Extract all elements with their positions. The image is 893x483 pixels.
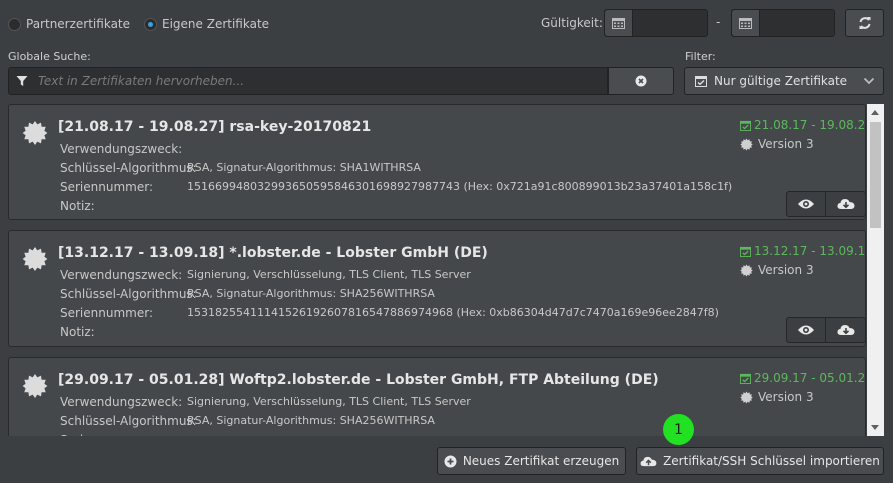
certificate-card[interactable]: [29.09.17 - 05.01.28] Woftp2.lobster.de … (8, 357, 866, 436)
serial-label: Seriennummer: (60, 180, 153, 194)
version-text: Version 3 (758, 263, 814, 277)
certificate-seal-icon (22, 247, 48, 271)
view-certificate-button[interactable] (786, 191, 826, 217)
radio-partner-certificates[interactable]: Partnerzertifikate (8, 17, 130, 31)
validity-range-text: 29.09.17 - 05.01.28 (754, 371, 866, 385)
step-badge: 1 (663, 414, 694, 445)
algorithm-value: RSA, Signatur-Algorithmus: SHA256WITHRSA (187, 287, 435, 300)
validity-label: Gültigkeit: (541, 16, 603, 30)
radio-partner-label: Partnerzertifikate (26, 17, 131, 31)
scrollbar-thumb[interactable] (870, 122, 881, 228)
plus-circle-icon (444, 455, 457, 467)
validity-range: 29.09.17 - 05.01.28 (740, 371, 866, 385)
refresh-button[interactable] (845, 9, 884, 37)
algorithm-value: RSA, Signatur-Algorithmus: SHA256WITHRSA (187, 414, 435, 427)
validity-separator: - (716, 15, 721, 29)
certificate-title: [21.08.17 - 19.08.27] rsa-key-20170821 (58, 119, 372, 135)
scroll-up-arrow-icon[interactable] (871, 110, 879, 115)
validity-range-text: 21.08.17 - 19.08.27 (754, 118, 866, 132)
calendar-check-icon (695, 76, 707, 87)
serial-value: 151669948032993650595846301698927987743 … (187, 180, 733, 193)
validity-from-field[interactable] (604, 9, 708, 37)
certificate-seal-icon (740, 391, 753, 403)
calendar-check-icon (740, 246, 751, 257)
calendar-check-icon (740, 373, 751, 384)
certificate-card[interactable]: [21.08.17 - 19.08.27] rsa-key-20170821 V… (8, 104, 866, 220)
certificate-title: [29.09.17 - 05.01.28] Woftp2.lobster.de … (58, 372, 659, 388)
download-certificate-button[interactable] (826, 317, 866, 343)
calendar-icon[interactable] (605, 10, 633, 36)
filter-select[interactable]: Nur gültige Zertifikate (684, 67, 884, 95)
certificate-seal-icon (740, 264, 753, 276)
version-info: Version 3 (740, 390, 814, 404)
radio-partner-dot[interactable] (8, 17, 21, 31)
eye-icon (798, 199, 814, 209)
note-label: Notiz: (60, 199, 95, 213)
import-certificate-label: Zertifikat/SSH Schlüssel importieren (663, 454, 880, 468)
chevron-down-icon (863, 77, 875, 85)
radio-own-dot[interactable] (144, 17, 158, 31)
algorithm-label: Schlüssel-Algorithmus: (60, 414, 197, 428)
refresh-icon (859, 17, 870, 29)
card-actions (786, 317, 866, 343)
cloud-download-icon (836, 325, 854, 335)
radio-own-label: Eigene Zertifikate (162, 17, 270, 31)
cloud-download-icon (836, 199, 854, 209)
algorithm-value: RSA, Signatur-Algorithmus: SHA1WITHRSA (187, 161, 421, 174)
note-label: Notiz: (60, 325, 95, 339)
purpose-label: Verwendungszweck: (60, 395, 183, 409)
algorithm-label: Schlüssel-Algorithmus: (60, 287, 197, 301)
new-certificate-label: Neues Zertifikat erzeugen (462, 454, 620, 468)
clear-circle-icon (635, 75, 647, 87)
purpose-value: Signierung, Verschlüsselung, TLS Client,… (187, 395, 471, 408)
validity-range-text: 13.12.17 - 13.09.18 (754, 244, 866, 258)
global-search-input[interactable] (34, 67, 608, 95)
certificate-card[interactable]: [13.12.17 - 13.09.18] *.lobster.de - Lob… (8, 230, 866, 347)
clear-search-button[interactable] (608, 67, 674, 95)
serial-label: Seriennummer: (60, 306, 153, 320)
import-certificate-button[interactable]: Zertifikat/SSH Schlüssel importieren (636, 447, 884, 475)
global-search (8, 67, 674, 95)
certificate-seal-icon (22, 374, 48, 398)
eye-icon (798, 325, 814, 335)
card-actions (786, 191, 866, 217)
global-search-label: Globale Suche: (8, 50, 91, 63)
purpose-label: Verwendungszweck: (60, 142, 183, 156)
certificate-title: [13.12.17 - 13.09.18] *.lobster.de - Lob… (58, 245, 488, 261)
cert-type-radio-group: Partnerzertifikate Eigene Zertifikate (8, 14, 277, 34)
version-info: Version 3 (740, 137, 814, 151)
view-certificate-button[interactable] (786, 317, 826, 343)
filter-label: Filter: (685, 50, 716, 63)
calendar-check-icon (740, 120, 751, 131)
list-scrollbar[interactable] (867, 104, 884, 436)
validity-range: 21.08.17 - 19.08.27 (740, 118, 866, 132)
serial-label: Seriennummer: (60, 433, 153, 436)
scroll-down-arrow-icon[interactable] (871, 425, 879, 430)
filter-funnel-icon (8, 67, 34, 95)
serial-value: 153182554111415261926078165478869749​68 … (187, 306, 719, 319)
version-info: Version 3 (740, 263, 814, 277)
new-certificate-button[interactable]: Neues Zertifikat erzeugen (437, 447, 626, 475)
purpose-label: Verwendungszweck: (60, 268, 183, 282)
version-text: Version 3 (758, 390, 814, 404)
certificate-seal-icon (22, 121, 48, 145)
filter-selected-value: Nur gültige Zertifikate (714, 74, 848, 88)
validity-range: 13.12.17 - 13.09.18 (740, 244, 866, 258)
version-text: Version 3 (758, 137, 814, 151)
validity-to-field[interactable] (731, 9, 835, 37)
certificate-list[interactable]: [21.08.17 - 19.08.27] rsa-key-20170821 V… (8, 104, 866, 436)
purpose-value: Signierung, Verschlüsselung, TLS Client,… (187, 268, 471, 281)
cloud-upload-icon (640, 456, 657, 466)
certificate-seal-icon (740, 138, 753, 150)
radio-own-certificates[interactable]: Eigene Zertifikate (144, 17, 269, 31)
algorithm-label: Schlüssel-Algorithmus: (60, 161, 197, 175)
calendar-icon[interactable] (732, 10, 760, 36)
download-certificate-button[interactable] (826, 191, 866, 217)
